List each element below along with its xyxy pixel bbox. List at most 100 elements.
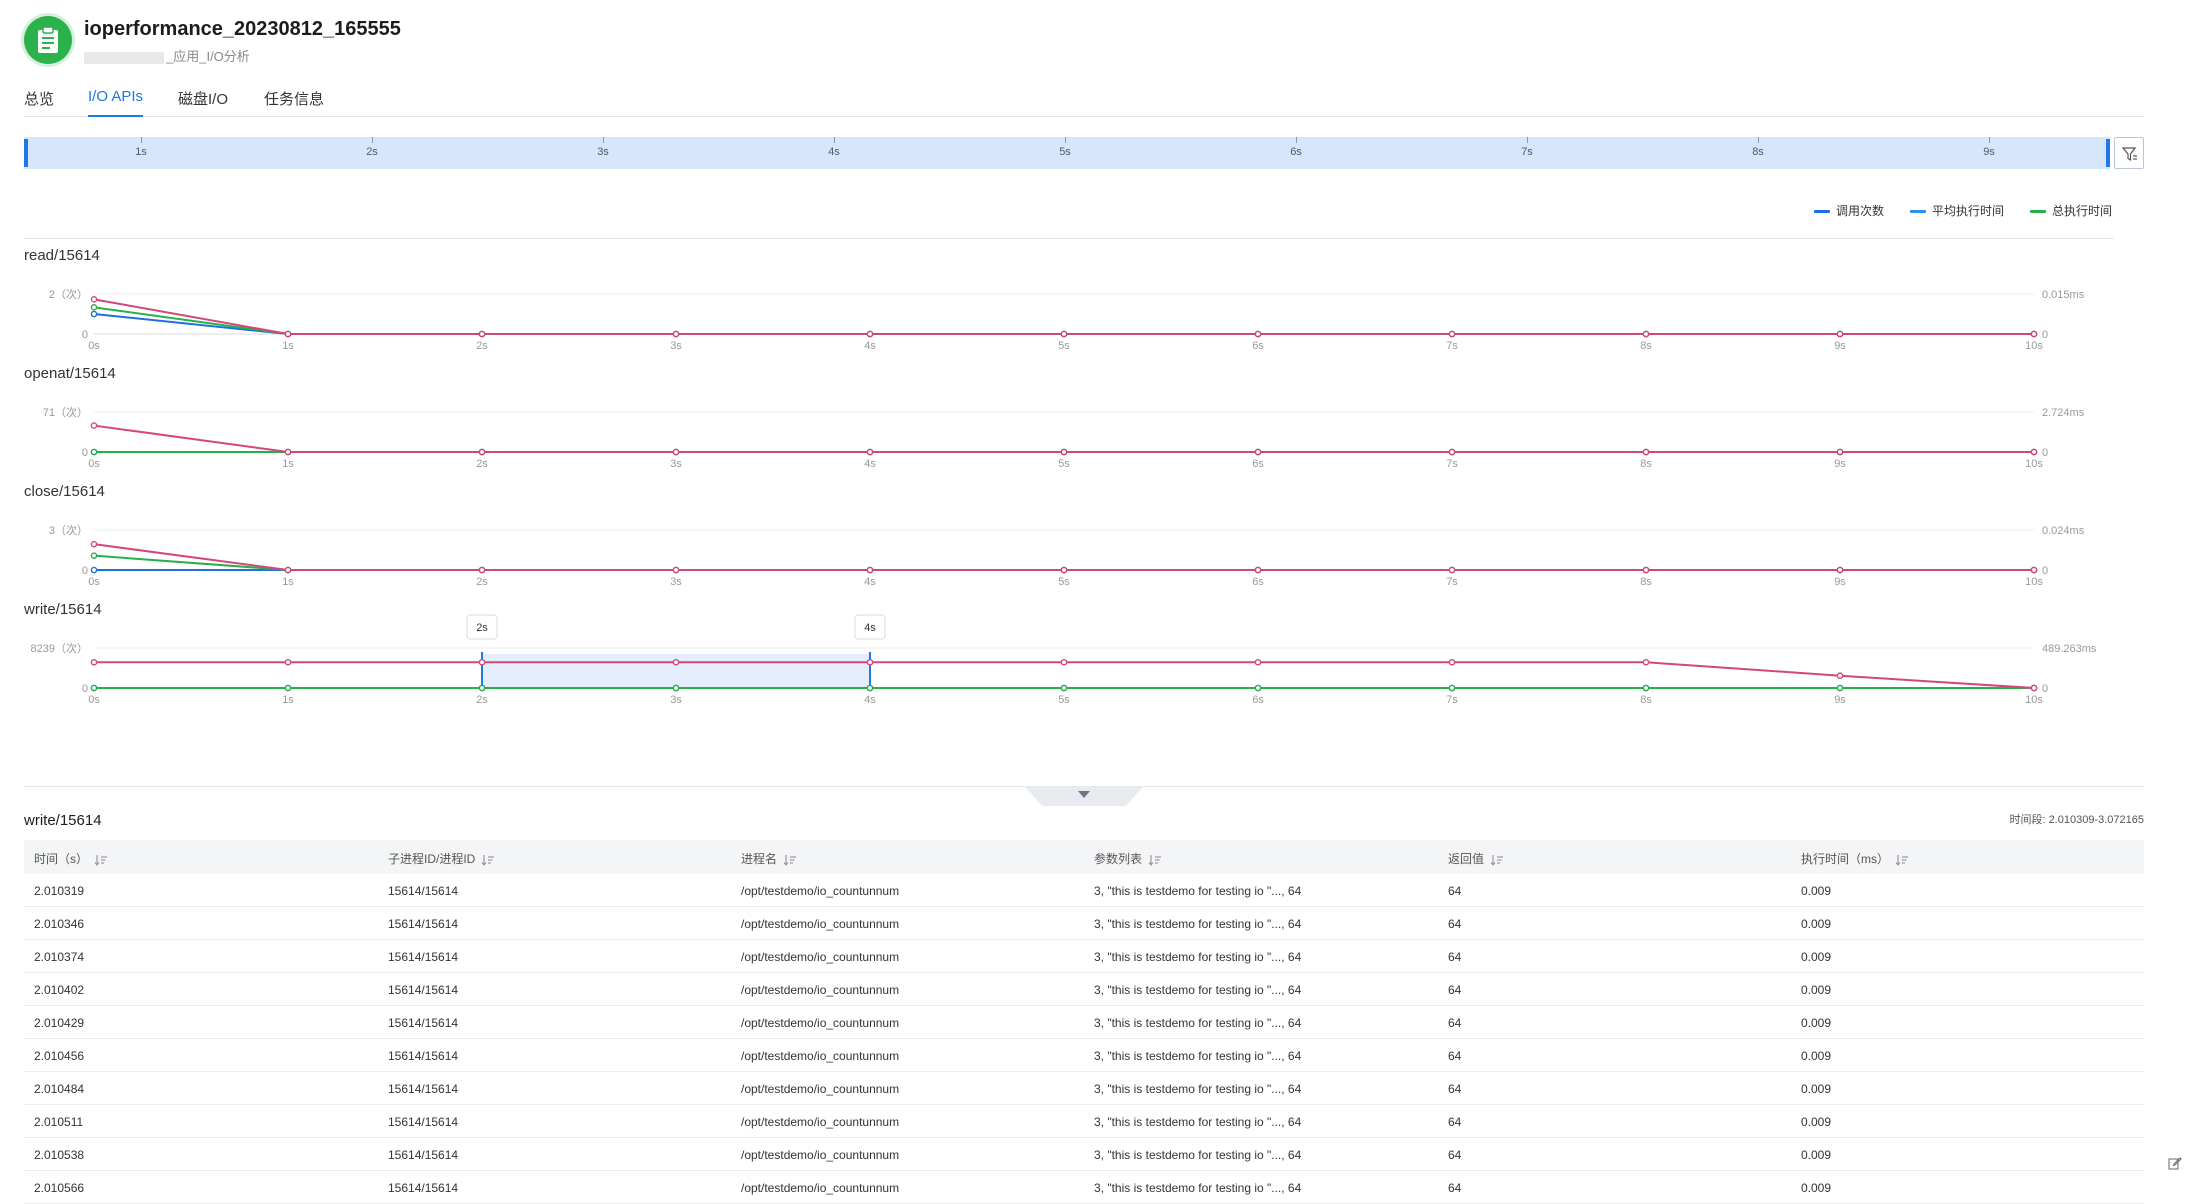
- data-point[interactable]: [866, 684, 874, 692]
- chart-title: read/15614: [24, 247, 100, 264]
- data-point[interactable]: [1254, 684, 1262, 692]
- data-point[interactable]: [478, 684, 486, 692]
- data-point[interactable]: [478, 658, 486, 666]
- table-cell: /opt/testdemo/io_countunnum: [741, 950, 900, 964]
- table-row[interactable]: 2.010566 15614/15614/opt/testdemo/io_coun…: [24, 1171, 2144, 1204]
- column-header[interactable]: 参数列表: [1094, 850, 1162, 867]
- sort-icon[interactable]: [783, 854, 797, 866]
- data-point[interactable]: [672, 566, 680, 574]
- data-point[interactable]: [1642, 330, 1650, 338]
- data-point[interactable]: [478, 330, 486, 338]
- data-point[interactable]: [90, 448, 98, 456]
- data-point[interactable]: [1060, 448, 1068, 456]
- selection-label: 2s: [476, 622, 488, 634]
- data-point[interactable]: [90, 566, 98, 574]
- data-point[interactable]: [1642, 448, 1650, 456]
- table-row[interactable]: 2.010374 15614/15614/opt/testdemo/io_coun…: [24, 940, 2144, 973]
- column-header[interactable]: 执行时间（ms）: [1801, 850, 1909, 867]
- data-point[interactable]: [90, 304, 98, 311]
- data-point[interactable]: [90, 422, 98, 429]
- data-point[interactable]: [672, 330, 680, 338]
- table-cell: 3, "this is testdemo for testing io "...…: [1094, 983, 1302, 997]
- table-cell: /opt/testdemo/io_countunnum: [741, 884, 900, 898]
- data-point[interactable]: [866, 658, 874, 666]
- column-header[interactable]: 进程名: [741, 850, 797, 867]
- table-row[interactable]: 2.010319 15614/15614/opt/testdemo/io_coun…: [24, 874, 2144, 907]
- data-point[interactable]: [1448, 448, 1456, 456]
- table-row[interactable]: 2.010346 15614/15614/opt/testdemo/io_coun…: [24, 907, 2144, 940]
- api-charts[interactable]: read/156142（次）00.015ms00s 1s 2s 3s 4s 5s 6s 7s 8…: [0, 0, 2188, 760]
- data-point[interactable]: [284, 658, 292, 666]
- data-point[interactable]: [1642, 658, 1650, 666]
- data-point[interactable]: [1642, 684, 1650, 692]
- x-tick-label: 0s: [88, 576, 100, 588]
- table-cell: 0.009: [1801, 950, 1832, 964]
- data-point[interactable]: [1448, 330, 1456, 338]
- table-cell: 15614/15614: [388, 983, 459, 997]
- data-point[interactable]: [90, 658, 98, 666]
- data-point[interactable]: [2030, 684, 2038, 692]
- data-point[interactable]: [1836, 684, 1844, 692]
- collapse-toggle[interactable]: [1024, 786, 1144, 806]
- data-point[interactable]: [1060, 684, 1068, 692]
- data-point[interactable]: [1060, 658, 1068, 666]
- sort-icon[interactable]: [94, 854, 108, 866]
- chart-title: close/15614: [24, 483, 105, 500]
- column-header-label: 返回值: [1448, 852, 1485, 866]
- data-point[interactable]: [1448, 566, 1456, 574]
- data-point[interactable]: [1060, 566, 1068, 574]
- column-header[interactable]: 子进程ID/进程ID: [388, 850, 495, 867]
- data-point[interactable]: [866, 448, 874, 456]
- y-left-tick-label: 0: [82, 683, 88, 695]
- sort-icon[interactable]: [1490, 854, 1504, 866]
- data-point[interactable]: [1254, 330, 1262, 338]
- data-point[interactable]: [866, 330, 874, 338]
- data-point[interactable]: [2030, 566, 2038, 574]
- table-row[interactable]: 2.010429 15614/15614/opt/testdemo/io_coun…: [24, 1006, 2144, 1039]
- data-point[interactable]: [284, 684, 292, 692]
- data-point[interactable]: [1060, 330, 1068, 338]
- data-point[interactable]: [90, 540, 98, 548]
- sort-icon[interactable]: [1148, 854, 1162, 866]
- data-point[interactable]: [1836, 330, 1844, 338]
- data-point[interactable]: [672, 448, 680, 456]
- data-point[interactable]: [1642, 566, 1650, 574]
- data-point[interactable]: [90, 310, 98, 318]
- edit-icon[interactable]: [2168, 1156, 2182, 1175]
- data-point[interactable]: [1448, 684, 1456, 692]
- data-point[interactable]: [90, 552, 98, 559]
- data-point[interactable]: [1254, 658, 1262, 666]
- data-point[interactable]: [2030, 448, 2038, 456]
- data-point[interactable]: [478, 566, 486, 574]
- table-row[interactable]: 2.010456 15614/15614/opt/testdemo/io_coun…: [24, 1039, 2144, 1072]
- data-point[interactable]: [1836, 448, 1844, 456]
- x-tick-label: 0s: [88, 694, 100, 706]
- data-point[interactable]: [1254, 566, 1262, 574]
- data-point[interactable]: [1836, 566, 1844, 574]
- table-row[interactable]: 2.010511 15614/15614/opt/testdemo/io_coun…: [24, 1105, 2144, 1138]
- data-point[interactable]: [90, 296, 98, 303]
- column-header[interactable]: 返回值: [1448, 850, 1504, 867]
- table-row[interactable]: 2.010402 15614/15614/opt/testdemo/io_coun…: [24, 973, 2144, 1006]
- x-tick-label: 0s: [88, 340, 100, 352]
- column-header[interactable]: 时间（s）: [34, 850, 108, 867]
- data-point[interactable]: [1448, 658, 1456, 666]
- data-point[interactable]: [1254, 448, 1262, 456]
- data-point[interactable]: [2030, 330, 2038, 338]
- data-point[interactable]: [672, 684, 680, 692]
- data-point[interactable]: [478, 448, 486, 456]
- data-point[interactable]: [90, 684, 98, 692]
- sort-icon[interactable]: [1895, 854, 1909, 866]
- sort-icon[interactable]: [481, 854, 495, 866]
- data-point[interactable]: [284, 448, 292, 456]
- data-point[interactable]: [284, 566, 292, 574]
- data-point[interactable]: [1836, 672, 1844, 680]
- data-point[interactable]: [284, 330, 292, 338]
- x-tick-label: 5s: [1058, 694, 1070, 706]
- data-point[interactable]: [672, 658, 680, 666]
- y-right-tick-label: 0: [2042, 683, 2048, 695]
- x-tick-label: 8s: [1640, 694, 1652, 706]
- table-row[interactable]: 2.010484 15614/15614/opt/testdemo/io_coun…: [24, 1072, 2144, 1105]
- data-point[interactable]: [866, 566, 874, 574]
- table-row[interactable]: 2.010538 15614/15614/opt/testdemo/io_coun…: [24, 1138, 2144, 1171]
